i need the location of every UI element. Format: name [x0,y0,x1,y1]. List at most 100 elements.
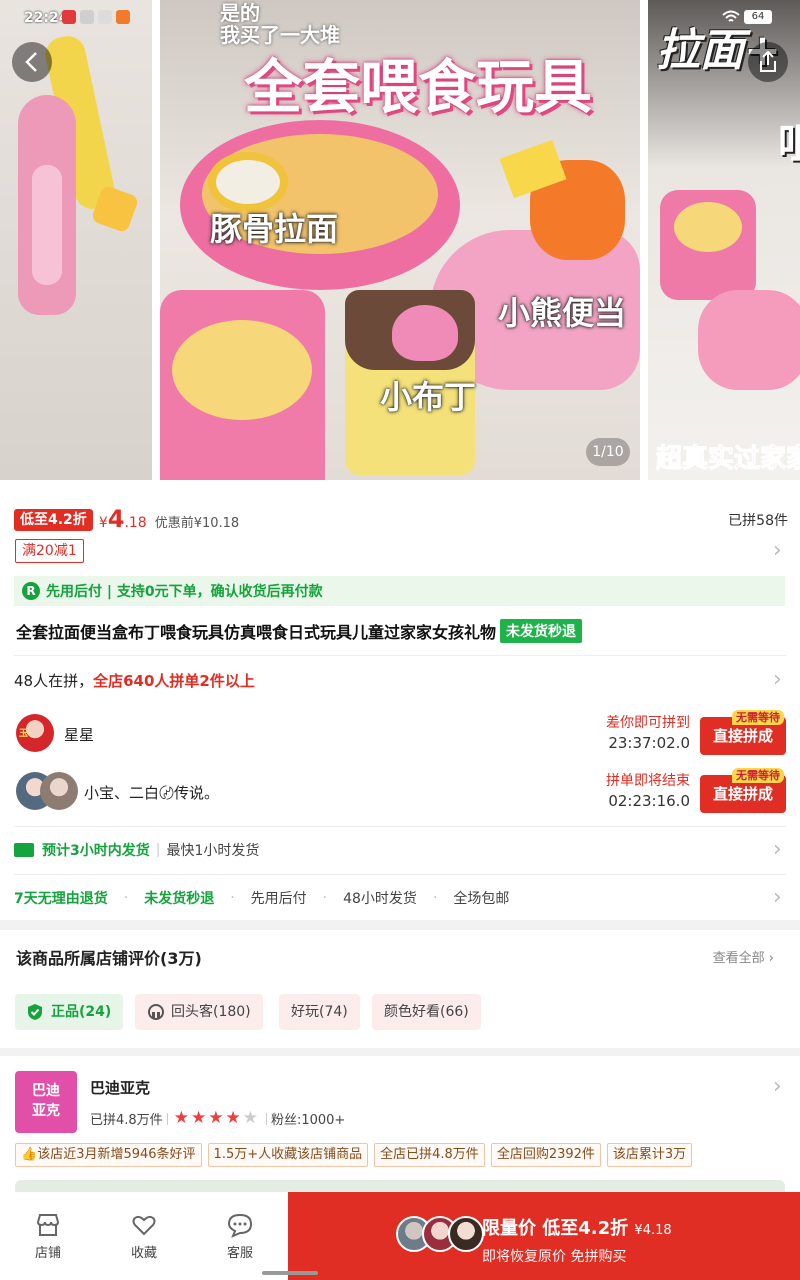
toy-plate-right [698,290,800,390]
store-tag: 全店已拼4.8万件 [374,1143,485,1167]
store-nav-button[interactable]: 店铺 [18,1212,78,1261]
favorite-label: 收藏 [130,1246,157,1261]
join-group-label: 直接拼成 [712,785,773,803]
overlay-label-bento: 小熊便当 [498,294,627,332]
overlay-right-glyph: 咀 [778,119,800,168]
store-sold: 已拼4.8万件 [90,1113,163,1128]
overlay-label-pudding: 小布丁 [380,378,477,416]
chevron-right-icon[interactable]: › [773,1076,782,1098]
shield-check-icon [28,1004,42,1020]
shipping-info[interactable]: 预计3小时内发货 | 最快1小时发货 [14,840,259,860]
service-dot: · [230,890,235,906]
join-group-label: 直接拼成 [712,727,773,745]
store-logo-line2: 亚克 [32,1103,60,1119]
no-wait-tag: 无需等待 [732,768,784,783]
star-icon: ★ [173,1108,189,1128]
store-stats: 已拼4.8万件 ★ ★ ★ ★ ★ 粉丝:1000+ [90,1109,345,1129]
app-notification-icon [116,10,130,24]
price-integer: 4 [107,505,125,533]
service-item: 48小时发货 [343,891,417,907]
chevron-right-icon[interactable]: › [773,669,782,691]
buyer-avatars [396,1216,484,1252]
star-icon: ★ [225,1108,241,1128]
service-item: 先用后付 [250,891,307,907]
product-title: 全套拉面便当盒布丁喂食玩具仿真喂食日式玩具儿童过家家女孩礼物 未发货秒退 [16,619,583,643]
shipping-separator: | [155,842,161,858]
share-button[interactable] [748,42,788,82]
divider [14,874,786,875]
star-icon: ★ [242,1108,258,1128]
shipping-fastest: 最快1小时发货 [166,843,260,859]
service-dot: · [123,890,129,906]
member-hint: 差你即可拼到 [606,715,690,731]
price-row: 低至4.2折 ¥ 4 .18 优惠前¥10.18 [14,505,239,531]
store-nav-label: 店铺 [34,1246,61,1261]
see-all-reviews-link[interactable]: 查看全部 › [713,947,774,966]
chevron-right-icon[interactable]: › [773,887,782,909]
toy-heart [392,305,458,361]
service-item: 7天无理由退货 [14,891,108,907]
store-tag: 该店累计3万 [606,1143,693,1167]
buy-price-line: 限量价 低至4.2折 ¥4.18 [482,1214,672,1240]
shipping-eta: 预计3小时内发货 [42,843,150,859]
review-chip-genuine[interactable]: 正品(24) [15,994,124,1030]
share-icon [760,50,776,72]
divider [14,826,786,827]
store-tag: 全店回购2392件 [490,1143,601,1167]
toy-can [160,290,325,480]
toy-can-right [660,190,756,300]
chevron-right-icon[interactable]: › [773,540,782,562]
store-name[interactable]: 巴迪亚克 [90,1077,150,1098]
product-image-gallery[interactable]: 是的 我买了一大堆 全套喂食玩具 豚骨拉面 小熊便当 小布丁 1/10 拉面+ … [0,0,800,480]
app-notification-icon [80,10,94,24]
reviews-title: 该商品所属店铺评价(3万) [16,949,202,968]
price-currency: ¥ [98,515,108,531]
join-group-button[interactable]: 直接拼成 无需等待 [700,768,786,813]
pay-later-text: 先用后付 | 支持0元下单，确认收货后再付款 [46,584,323,600]
buy-now-button[interactable]: 限量价 低至4.2折 ¥4.18 即将恢复原价 免拼购买 [288,1192,800,1280]
review-chip-returning[interactable]: 回头客(180) [135,994,263,1030]
avatar [448,1216,484,1252]
home-indicator [262,1271,318,1275]
app-notification-icon [98,10,112,24]
avatar: 玉 [16,714,54,752]
store-tag: 1.5万+人收藏该店铺商品 [207,1143,369,1167]
favorite-button[interactable]: 收藏 [114,1212,174,1261]
review-chip-color[interactable]: 颜色好看(66) [372,994,481,1030]
customer-service-button[interactable]: 客服 [210,1212,270,1261]
group-member-row: 小宝、二白〄传说。 拼单即将结束 02:23:16.0 直接拼成 无需等待 [14,768,786,814]
wifi-icon [722,10,740,22]
service-item: 全场包邮 [453,891,510,907]
divider [14,655,786,656]
no-wait-tag: 无需等待 [732,710,784,725]
chevron-left-icon [25,52,37,72]
coupon-tag[interactable]: 满20减1 [15,539,84,563]
toy-spoon [18,95,76,315]
overlay-caption-line1: 是的 [220,1,260,25]
group-buy-summary[interactable]: 48人在拼，全店640人拼单2件以上 [14,670,255,691]
group-buy-count: 48人在拼， [14,672,94,690]
group-buy-highlight: 全店640人拼单2件以上 [93,672,255,690]
join-group-button[interactable]: 直接拼成 无需等待 [700,710,786,755]
chevron-right-icon[interactable]: › [773,839,782,861]
member-countdown: 23:37:02.0 [608,734,690,752]
service-guarantees[interactable]: 7天无理由退货 · 未发货秒退 · 先用后付 · 48小时发货 · 全场包邮 [14,888,509,908]
original-price: 优惠前¥10.18 [154,516,240,531]
back-button[interactable] [12,42,52,82]
divider [265,1112,267,1125]
gallery-image-current[interactable]: 是的 我买了一大堆 全套喂食玩具 豚骨拉面 小熊便当 小布丁 1/10 [160,0,640,480]
pay-later-banner[interactable]: R 先用后付 | 支持0元下单，确认收货后再付款 [14,576,785,606]
review-chip-fun[interactable]: 好玩(74) [279,994,360,1030]
store-rating-stars: ★ ★ ★ ★ ★ [174,1110,258,1127]
avatar-text: 玉 [19,729,29,739]
overlay-caption-line2: 我买了一大堆 [220,23,340,47]
store-logo[interactable]: 巴迪 亚克 [15,1071,77,1133]
thumbs-up-icon: 👍 [21,1147,38,1162]
overlay-right-caption: 超真实过家家 [655,444,800,475]
headset-icon [148,1004,164,1020]
store-logo-line1: 巴迪 [32,1083,60,1099]
overlay-title: 全套喂食玩具 [244,53,593,121]
member-countdown: 02:23:16.0 [608,792,690,810]
review-chip-label: 好玩(74) [291,1004,348,1020]
store-banner-strip [15,1180,785,1192]
